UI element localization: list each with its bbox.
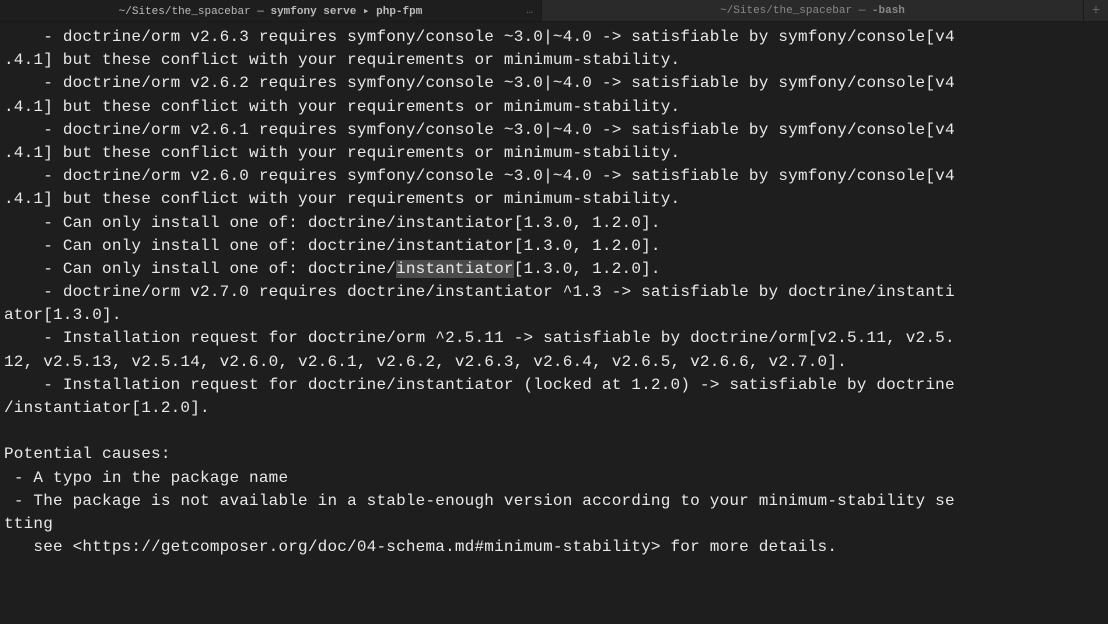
tab-bar: ~/Sites/the_spacebar — symfony serve ▸ p…: [0, 0, 1108, 22]
output-line: tting: [4, 515, 53, 533]
output-line: - Can only install one of: doctrine/inst…: [4, 260, 661, 278]
output-line: - A typo in the package name: [4, 469, 288, 487]
output-line: - doctrine/orm v2.7.0 requires doctrine/…: [4, 283, 955, 301]
tab-label: ~/Sites/the_spacebar — -bash: [720, 5, 905, 17]
tab-ellipsis: …: [526, 5, 533, 17]
terminal-output[interactable]: - doctrine/orm v2.6.3 requires symfony/c…: [0, 22, 1108, 563]
output-line: Potential causes:: [4, 445, 171, 463]
output-line: .4.1] but these conflict with your requi…: [4, 98, 680, 116]
output-line: .4.1] but these conflict with your requi…: [4, 51, 680, 69]
output-line: .4.1] but these conflict with your requi…: [4, 144, 680, 162]
new-tab-button[interactable]: +: [1084, 3, 1108, 19]
output-line: ator[1.3.0].: [4, 306, 122, 324]
output-line: - doctrine/orm v2.6.3 requires symfony/c…: [4, 28, 955, 46]
output-line: - Installation request for doctrine/orm …: [4, 329, 955, 347]
output-line: - Can only install one of: doctrine/inst…: [4, 237, 661, 255]
tab-label: ~/Sites/the_spacebar — symfony serve ▸ p…: [119, 4, 423, 18]
output-line: .4.1] but these conflict with your requi…: [4, 190, 680, 208]
output-line: - The package is not available in a stab…: [4, 492, 955, 510]
output-line: - Installation request for doctrine/inst…: [4, 376, 955, 394]
output-line: 12, v2.5.13, v2.5.14, v2.6.0, v2.6.1, v2…: [4, 353, 847, 371]
selected-text: instantiator: [396, 260, 514, 278]
output-line: - Can only install one of: doctrine/inst…: [4, 214, 661, 232]
tab-bash[interactable]: ~/Sites/the_spacebar — -bash: [542, 0, 1084, 21]
output-line: - doctrine/orm v2.6.1 requires symfony/c…: [4, 121, 955, 139]
output-line: see <https://getcomposer.org/doc/04-sche…: [4, 538, 837, 556]
output-line: - doctrine/orm v2.6.2 requires symfony/c…: [4, 74, 955, 92]
tab-symfony-serve[interactable]: ~/Sites/the_spacebar — symfony serve ▸ p…: [0, 0, 542, 21]
output-line: /instantiator[1.2.0].: [4, 399, 210, 417]
plus-icon: +: [1092, 3, 1100, 19]
output-line: - doctrine/orm v2.6.0 requires symfony/c…: [4, 167, 955, 185]
